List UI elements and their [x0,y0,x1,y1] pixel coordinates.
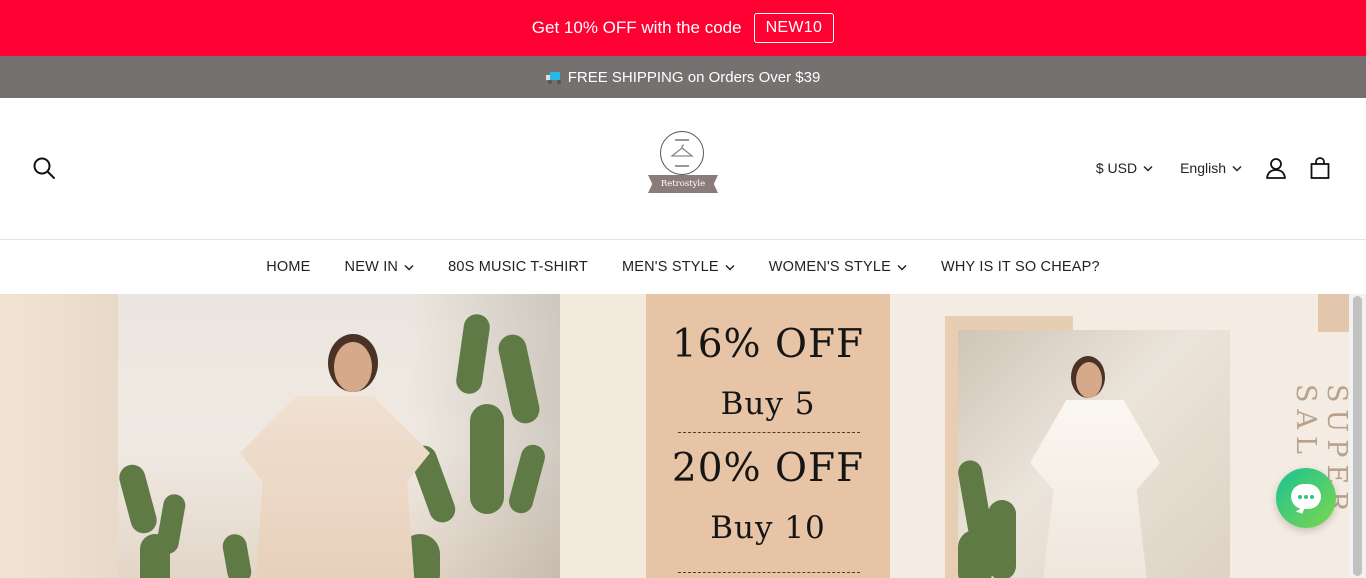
nav-item-label: WOMEN'S STYLE [768,259,891,275]
offer-2-quantity: Buy 10 [710,510,826,546]
page-scrollbar[interactable] [1349,294,1366,578]
shipping-text: FREE SHIPPING on Orders Over $39 [567,68,821,86]
nav-item-label: HOME [266,259,311,275]
chevron-down-icon [1143,165,1153,172]
logo-text: Retrostyle [648,175,718,193]
nav-item-80s-music-tshirt[interactable]: 80S MUSIC T-SHIRT [448,259,588,275]
shipping-bar: FREE SHIPPING on Orders Over $39 [0,56,1366,98]
chevron-down-icon [1232,165,1242,172]
offer-1-quantity: Buy 5 [720,386,816,422]
main-nav: HOME NEW IN 80S MUSIC T-SHIRT MEN'S STYL… [0,240,1366,294]
nav-item-why-so-cheap[interactable]: WHY IS IT SO CHEAP? [941,259,1100,275]
site-logo[interactable]: Retrostyle [645,128,721,200]
hero-photo-left [0,294,560,578]
language-label: English [1180,160,1226,176]
currency-selector[interactable]: $ USD [1096,160,1153,176]
divider [678,572,860,573]
promo-code[interactable]: NEW10 [753,13,835,43]
nav-item-new-in[interactable]: NEW IN [345,259,415,275]
hero-accent [1318,294,1349,332]
nav-item-mens-style[interactable]: MEN'S STYLE [622,259,735,275]
chevron-down-icon [725,264,735,271]
site-header: Retrostyle $ USD English [0,98,1366,240]
nav-item-label: NEW IN [344,259,399,275]
language-selector[interactable]: English [1180,160,1242,176]
offer-2-discount: 20% OFF [671,446,865,491]
hero-sale-card: 16% OFF Buy 5 20% OFF Buy 10 [646,294,890,578]
chat-button[interactable] [1276,468,1336,528]
hero-banner[interactable]: SUPER SAL 16% OFF Buy 5 20% OFF Buy 10 [0,294,1349,578]
promo-text: Get 10% OFF with the code [531,18,742,37]
header-actions: $ USD English [1096,154,1332,182]
bag-icon[interactable] [1308,156,1332,180]
hero-photo-model [956,330,1230,578]
hanger-icon [669,138,694,167]
offer-1-discount: 16% OFF [671,322,865,367]
nav-item-womens-style[interactable]: WOMEN'S STYLE [769,259,907,275]
divider [678,432,860,433]
nav-item-home[interactable]: HOME [266,259,310,275]
nav-item-label: WHY IS IT SO CHEAP? [940,259,1100,275]
promo-bar: Get 10% OFF with the code NEW10 [0,0,1366,56]
logo-emblem [660,131,704,175]
search-icon[interactable] [32,156,56,180]
truck-icon [545,71,564,84]
nav-item-label: MEN'S STYLE [621,259,719,275]
nav-item-label: 80S MUSIC T-SHIRT [448,259,588,275]
chevron-down-icon [897,264,907,271]
chevron-down-icon [404,264,414,271]
account-icon[interactable] [1264,156,1288,180]
scrollbar-thumb[interactable] [1353,296,1362,576]
currency-label: $ USD [1095,160,1138,176]
